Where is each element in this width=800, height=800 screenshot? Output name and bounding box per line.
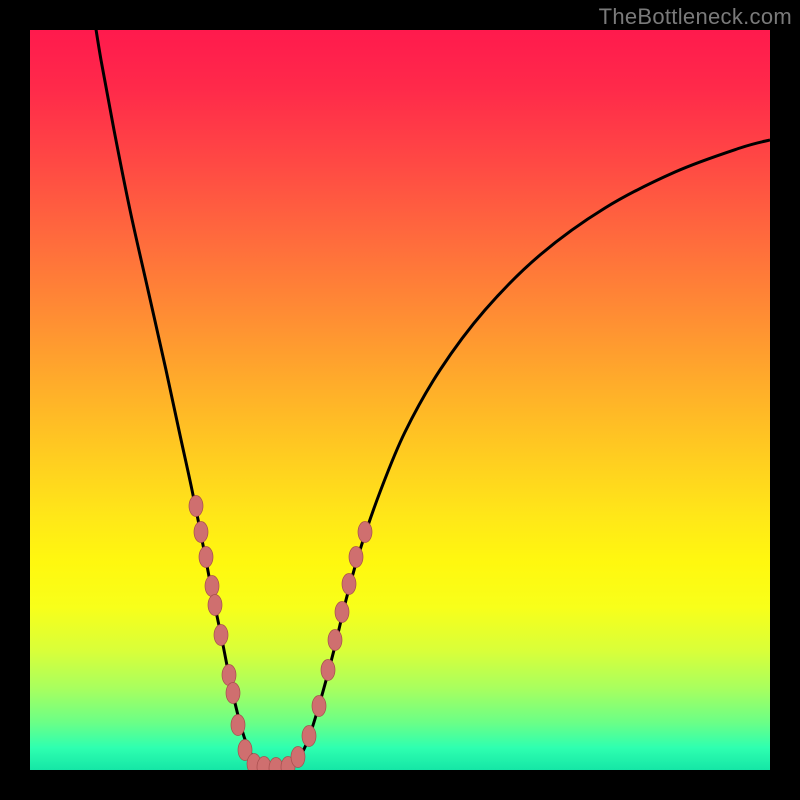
bead-marker	[208, 595, 222, 616]
plot-frame	[30, 30, 770, 770]
bead-marker	[328, 630, 342, 651]
bead-marker	[321, 660, 335, 681]
bead-marker	[291, 747, 305, 768]
bead-marker	[189, 496, 203, 517]
curve-left	[93, 30, 264, 767]
bead-marker	[358, 522, 372, 543]
bead-marker	[199, 547, 213, 568]
bead-marker	[194, 522, 208, 543]
curve-right	[292, 140, 770, 767]
bead-marker	[214, 625, 228, 646]
bead-marker	[312, 696, 326, 717]
beads-group	[189, 496, 372, 771]
bead-marker	[302, 726, 316, 747]
bead-marker	[231, 715, 245, 736]
bead-marker	[335, 602, 349, 623]
bead-marker	[205, 576, 219, 597]
watermark-text: TheBottleneck.com	[599, 4, 792, 30]
chart-svg	[30, 30, 770, 770]
bead-marker	[342, 574, 356, 595]
bead-marker	[349, 547, 363, 568]
bead-marker	[226, 683, 240, 704]
